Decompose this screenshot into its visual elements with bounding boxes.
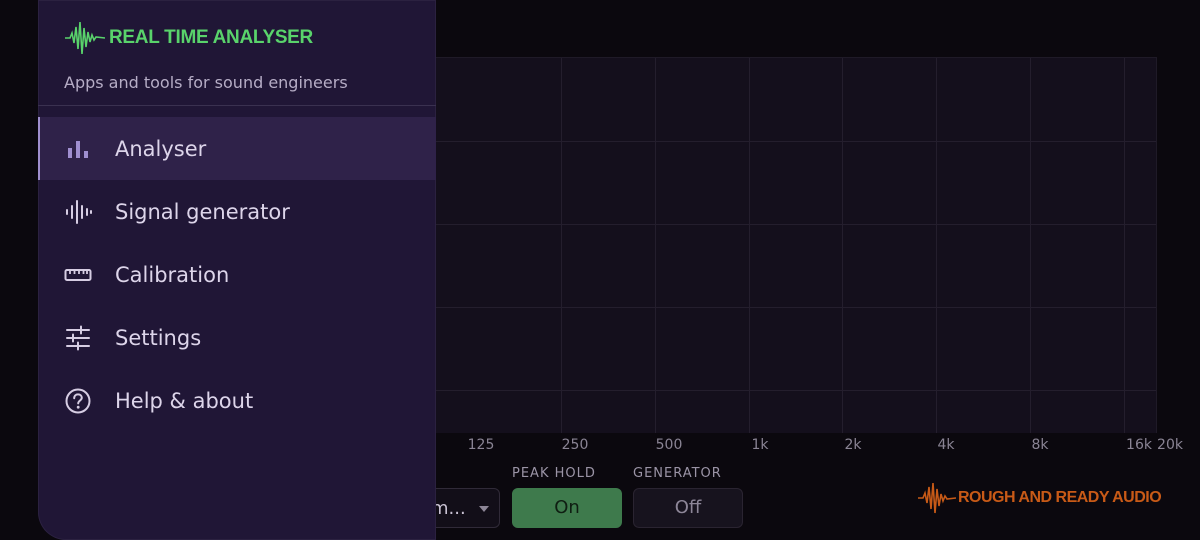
freq-tick-label: 4k xyxy=(937,437,955,453)
grid-line xyxy=(561,58,562,433)
grid-line xyxy=(1030,58,1031,433)
nav-item-label: Analyser xyxy=(115,136,207,161)
nav-item-label: Help & about xyxy=(115,388,254,413)
grid-line xyxy=(436,141,1156,142)
nav-item-label: Calibration xyxy=(115,262,230,287)
freq-tick-label: 8k xyxy=(1031,437,1049,453)
nav-item-label: Settings xyxy=(115,325,202,350)
grid-line xyxy=(749,58,750,433)
ruler-icon xyxy=(64,269,92,281)
freq-tick-label: 1k xyxy=(751,437,769,453)
grid-line xyxy=(436,390,1156,391)
app-tagline: Apps and tools for sound engineers xyxy=(64,73,348,92)
app-title: REAL TIME ANALYSER xyxy=(109,27,313,48)
generator-toggle[interactable]: Off xyxy=(633,488,743,528)
bar-chart-icon xyxy=(68,141,88,158)
brand-footer-text: ROUGH AND READY AUDIO xyxy=(958,489,1162,506)
navigation-drawer: REAL TIME ANALYSER Apps and tools for so… xyxy=(38,0,436,540)
drawer-nav: Analyser Signal generator Calibration Se… xyxy=(38,117,436,432)
grid-line xyxy=(1124,58,1125,433)
freq-tick-label: 16k xyxy=(1126,437,1152,453)
generator-label: GENERATOR xyxy=(633,466,722,481)
peak-hold-toggle[interactable]: On xyxy=(512,488,622,528)
grid-line xyxy=(842,58,843,433)
brand-footer-logo: ROUGH AND READY AUDIO xyxy=(918,478,1162,518)
app-logo: REAL TIME ANALYSER xyxy=(65,18,313,58)
grid-line xyxy=(436,307,1156,308)
mode-select-value: m... xyxy=(431,498,466,519)
spectrum-plot xyxy=(436,57,1157,433)
peak-hold-label: PEAK HOLD xyxy=(512,466,596,481)
nav-item-analyser[interactable]: Analyser xyxy=(38,117,436,180)
waveform-logo-icon xyxy=(65,21,105,55)
freq-tick-label: 500 xyxy=(655,437,683,453)
help-circle-icon xyxy=(65,388,91,414)
grid-line xyxy=(936,58,937,433)
nav-item-label: Signal generator xyxy=(115,199,290,224)
nav-item-signal-generator[interactable]: Signal generator xyxy=(38,180,436,243)
freq-tick-label: 20k xyxy=(1157,437,1183,453)
grid-line xyxy=(436,224,1156,225)
freq-tick-label: 125 xyxy=(467,437,495,453)
nav-item-calibration[interactable]: Calibration xyxy=(38,243,436,306)
grid-line xyxy=(655,58,656,433)
sliders-icon xyxy=(66,325,90,351)
nav-item-help-about[interactable]: Help & about xyxy=(38,369,436,432)
nav-item-settings[interactable]: Settings xyxy=(38,306,436,369)
freq-tick-label: 250 xyxy=(561,437,589,453)
freq-tick-label: 2k xyxy=(844,437,862,453)
waveform-icon xyxy=(66,200,92,224)
dropdown-caret-icon xyxy=(479,506,489,512)
drawer-header: REAL TIME ANALYSER Apps and tools for so… xyxy=(38,0,436,106)
waveform-logo-icon xyxy=(918,482,956,514)
